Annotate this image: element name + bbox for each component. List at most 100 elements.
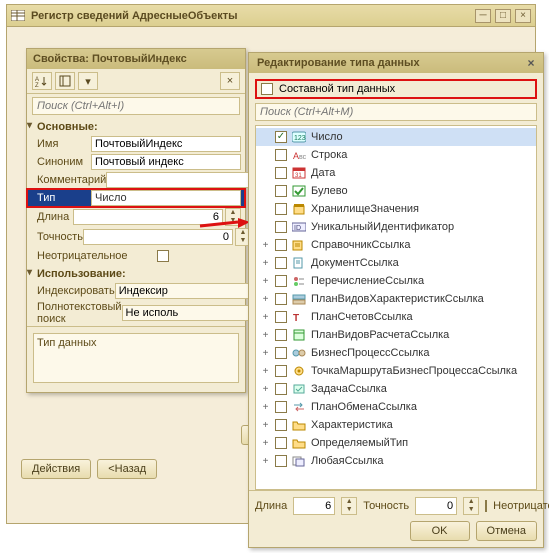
type-checkbox[interactable] — [275, 131, 287, 143]
prop-len-row: Длина ▲▼ — [27, 207, 245, 227]
properties-search-input[interactable] — [32, 97, 240, 115]
type-editor-close-button[interactable]: × — [523, 56, 539, 70]
type-row[interactable]: ПланОбменаСсылка — [256, 398, 536, 416]
type-editor-titlebar: Редактирование типа данных × — [249, 53, 543, 73]
type-checkbox[interactable] — [275, 149, 287, 161]
prop-len-input[interactable] — [73, 209, 223, 225]
type-row[interactable]: 31 Дата — [256, 164, 536, 182]
type-row[interactable]: 123 Число — [256, 128, 536, 146]
type-checkbox[interactable] — [275, 167, 287, 179]
prop-syn-input[interactable] — [91, 154, 241, 170]
type-checkbox[interactable] — [275, 455, 287, 467]
compound-type-row[interactable]: Составной тип данных — [255, 79, 537, 99]
type-row[interactable]: СправочникСсылка — [256, 236, 536, 254]
type-row[interactable]: Характеристика — [256, 416, 536, 434]
compound-type-checkbox[interactable] — [261, 83, 273, 95]
tree-expand-icon[interactable] — [260, 312, 271, 323]
type-row[interactable]: ОпределяемыйТип — [256, 434, 536, 452]
cancel-button[interactable]: Отмена — [476, 521, 537, 541]
type-row[interactable]: ДокументСсылка — [256, 254, 536, 272]
ok-button[interactable]: OK — [410, 521, 470, 541]
back-button[interactable]: <Назад — [97, 459, 157, 479]
type-checkbox[interactable] — [275, 257, 287, 269]
type-checkbox[interactable] — [275, 437, 287, 449]
dropdown-button[interactable]: ▾ — [78, 72, 98, 90]
prop-comment-input[interactable] — [106, 172, 256, 188]
bottom-prec-label: Точность — [363, 500, 409, 512]
close-button[interactable]: × — [515, 9, 531, 23]
prop-index-input[interactable] — [115, 283, 265, 299]
type-label: ПеречислениеСсылка — [311, 275, 424, 287]
tree-expand-icon[interactable] — [260, 456, 271, 467]
type-row[interactable]: ХранилищеЗначения — [256, 200, 536, 218]
tree-expand-icon[interactable] — [260, 438, 271, 449]
tree-expand-icon[interactable] — [260, 240, 271, 251]
prop-comment-row: Комментарий — [27, 171, 245, 189]
num-icon: 123 — [291, 130, 307, 144]
tree-expand-icon[interactable] — [260, 402, 271, 413]
type-row[interactable]: ПланВидовРасчетаСсылка — [256, 326, 536, 344]
type-checkbox[interactable] — [275, 347, 287, 359]
prop-prec-label: Точность — [37, 231, 83, 243]
type-checkbox[interactable] — [275, 365, 287, 377]
acc-icon: T — [291, 310, 307, 324]
toggle-props-button[interactable] — [55, 72, 75, 90]
type-row[interactable]: ЗадачаСсылка — [256, 380, 536, 398]
type-row[interactable]: T ПланСчетовСсылка — [256, 308, 536, 326]
type-checkbox[interactable] — [275, 419, 287, 431]
type-row[interactable]: ПланВидовХарактеристикСсылка — [256, 290, 536, 308]
section-usage[interactable]: Использование: — [27, 265, 245, 282]
type-checkbox[interactable] — [275, 185, 287, 197]
tree-expand-icon[interactable] — [260, 330, 271, 341]
type-description: Тип данных — [33, 333, 239, 383]
type-row[interactable]: Булево — [256, 182, 536, 200]
type-checkbox[interactable] — [275, 383, 287, 395]
type-row[interactable]: ПеречислениеСсылка — [256, 272, 536, 290]
calc-icon — [291, 328, 307, 342]
type-checkbox[interactable] — [275, 311, 287, 323]
prop-name-input[interactable] — [91, 136, 241, 152]
type-editor-window: Редактирование типа данных × Составной т… — [248, 52, 544, 548]
tree-expand-icon[interactable] — [260, 366, 271, 377]
type-checkbox[interactable] — [275, 221, 287, 233]
minimize-button[interactable]: ─ — [475, 9, 491, 23]
store-icon — [291, 202, 307, 216]
type-row[interactable]: ЛюбаяСсылка — [256, 452, 536, 470]
bottom-nonneg-checkbox[interactable] — [485, 500, 487, 512]
tree-expand-icon[interactable] — [260, 258, 271, 269]
bottom-prec-spinner[interactable]: ▲▼ — [463, 497, 479, 515]
tree-expand-icon[interactable] — [260, 294, 271, 305]
maximize-button[interactable]: □ — [495, 9, 511, 23]
tree-expand-icon[interactable] — [260, 348, 271, 359]
bottom-len-input[interactable] — [293, 497, 335, 515]
len-spinner[interactable]: ▲▼ — [225, 208, 241, 226]
sort-button[interactable]: AZ — [32, 72, 52, 90]
type-row[interactable]: Aвс Строка — [256, 146, 536, 164]
prop-nonneg-label: Неотрицательное — [37, 250, 157, 262]
type-checkbox[interactable] — [275, 293, 287, 305]
type-row[interactable]: БизнесПроцессСсылка — [256, 344, 536, 362]
bottom-len-spinner[interactable]: ▲▼ — [341, 497, 357, 515]
nonneg-checkbox[interactable] — [157, 250, 169, 262]
any-icon — [291, 454, 307, 468]
section-main[interactable]: Основные: — [27, 118, 245, 135]
prop-type-row[interactable]: Тип — [27, 189, 245, 207]
tree-expand-icon[interactable] — [260, 384, 271, 395]
type-row[interactable]: ID УникальныйИдентификатор — [256, 218, 536, 236]
type-checkbox[interactable] — [275, 203, 287, 215]
type-row[interactable]: ТочкаМаршрутаБизнесПроцессаСсылка — [256, 362, 536, 380]
tree-expand-icon[interactable] — [260, 420, 271, 431]
type-search-input[interactable] — [255, 103, 537, 121]
actions-button[interactable]: Действия — [21, 459, 91, 479]
type-checkbox[interactable] — [275, 275, 287, 287]
tree-expand-icon[interactable] — [260, 276, 271, 287]
close-props-button[interactable]: × — [220, 72, 240, 90]
prop-prec-row: Точность ▲▼ — [27, 227, 245, 247]
bottom-prec-input[interactable] — [415, 497, 457, 515]
type-checkbox[interactable] — [275, 239, 287, 251]
type-checkbox[interactable] — [275, 329, 287, 341]
prop-prec-input[interactable] — [83, 229, 233, 245]
type-checkbox[interactable] — [275, 401, 287, 413]
prop-type-input[interactable] — [91, 190, 241, 206]
type-tree[interactable]: 123 Число Aвс Строка 31 Дата Булево Хран… — [255, 125, 537, 490]
